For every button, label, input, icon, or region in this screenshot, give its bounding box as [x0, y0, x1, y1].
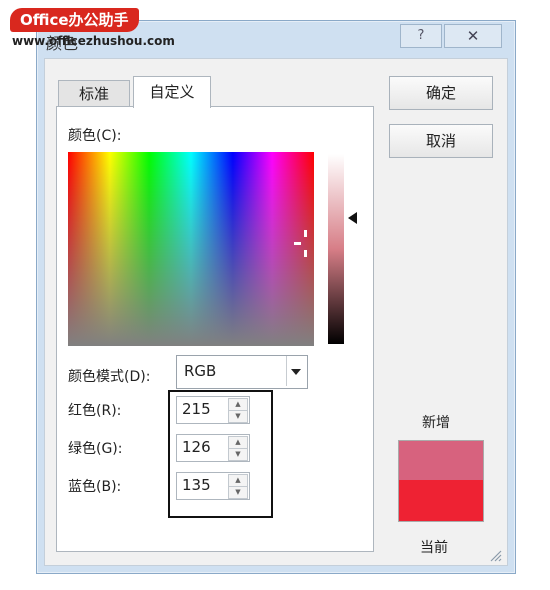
question-icon: ? [417, 28, 425, 43]
color-spectrum[interactable] [68, 152, 314, 346]
close-icon: ✕ [466, 27, 480, 45]
red-label: 红色(R): [68, 403, 122, 419]
resize-grip-icon[interactable] [488, 548, 502, 562]
cancel-button[interactable]: 取消 [389, 124, 493, 158]
arrow-down-icon: ▼ [235, 412, 241, 420]
current-color-swatch [398, 480, 484, 522]
arrow-down-icon: ▼ [235, 450, 241, 458]
help-button[interactable]: ? [400, 24, 442, 48]
ok-button[interactable]: 确定 [389, 76, 493, 110]
colors-label: 颜色(C): [68, 128, 122, 144]
arrow-down-icon: ▼ [235, 488, 241, 496]
new-color-label: 新增 [422, 415, 450, 431]
tab-standard[interactable]: 标准 [58, 80, 130, 107]
color-model-value: RGB [184, 362, 217, 380]
current-color-label: 当前 [420, 540, 448, 556]
tab-custom[interactable]: 自定义 [133, 76, 211, 108]
crosshair-icon [294, 230, 307, 257]
green-label: 绿色(G): [68, 441, 123, 457]
green-value[interactable]: 126 [182, 438, 211, 456]
chevron-down-icon [291, 369, 301, 375]
blue-value[interactable]: 135 [182, 476, 211, 494]
luminance-slider[interactable] [328, 154, 344, 344]
arrow-up-icon: ▲ [235, 438, 241, 446]
color-model-label: 颜色模式(D): [68, 369, 151, 385]
watermark-logo: Office办公助手 [10, 8, 139, 32]
luminance-pointer[interactable] [348, 212, 357, 224]
blue-label: 蓝色(B): [68, 479, 122, 495]
close-button[interactable]: ✕ [444, 24, 502, 48]
new-color-swatch [398, 440, 484, 482]
blue-spin-down[interactable]: ▼ [228, 486, 248, 499]
arrow-up-icon: ▲ [235, 476, 241, 484]
red-value[interactable]: 215 [182, 400, 211, 418]
red-spin-down[interactable]: ▼ [228, 410, 248, 423]
arrow-up-icon: ▲ [235, 400, 241, 408]
green-spin-down[interactable]: ▼ [228, 448, 248, 461]
watermark-url: www.officezhushou.com [12, 34, 175, 48]
